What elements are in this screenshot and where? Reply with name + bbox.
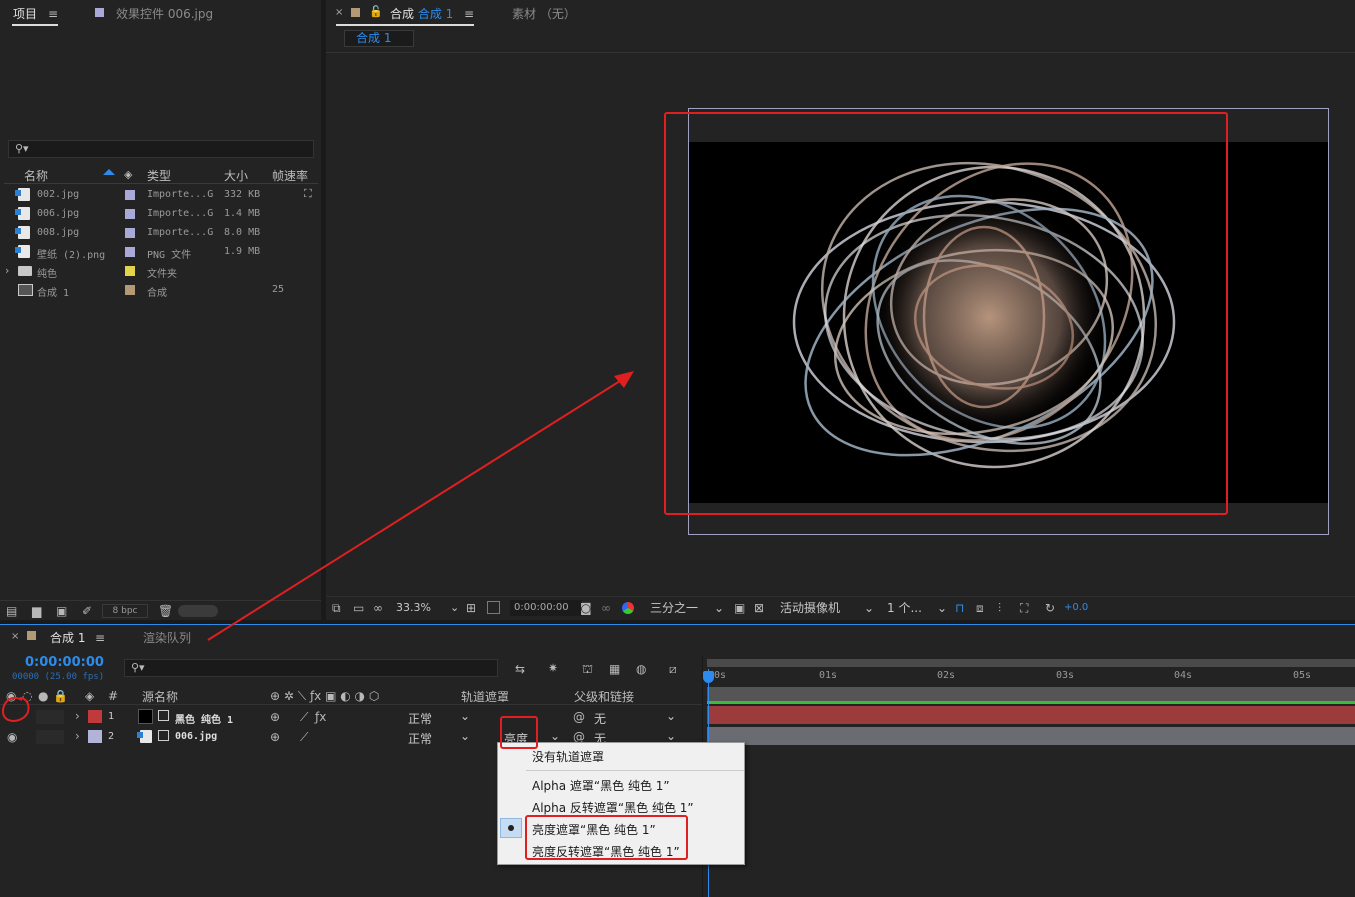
annotation-overlay (2, 371, 634, 722)
annotation-arrow-head (614, 371, 634, 388)
annotation-arrow-line (207, 375, 629, 641)
annotation-circle (2, 697, 30, 722)
